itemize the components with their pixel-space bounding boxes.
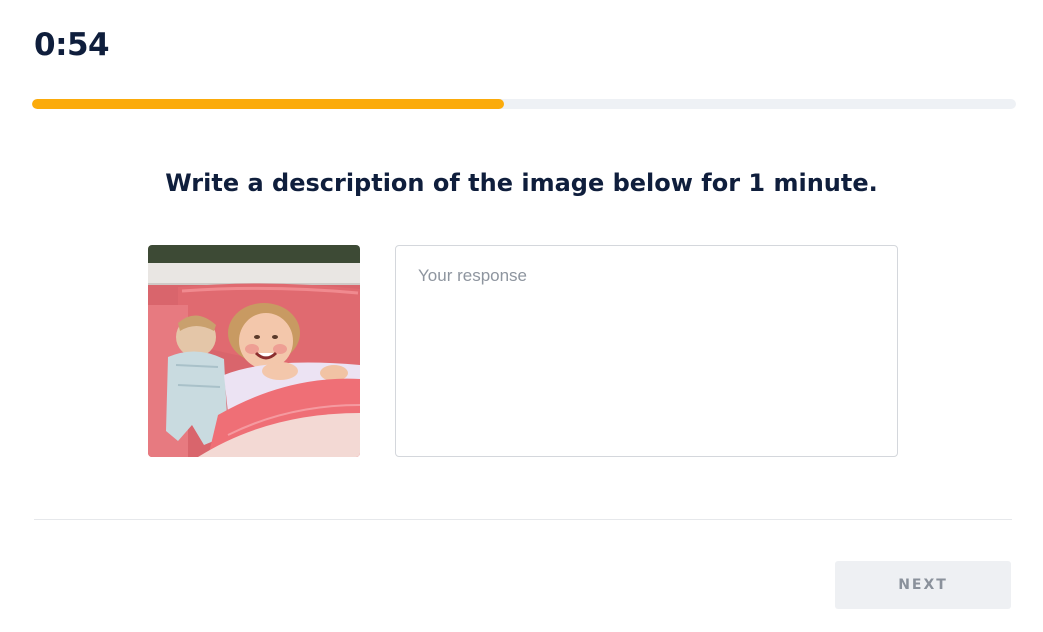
footer-divider xyxy=(34,519,1012,520)
countdown-timer: 0:54 xyxy=(34,27,110,63)
response-textarea[interactable] xyxy=(395,245,898,457)
prompt-image xyxy=(148,245,360,457)
progress-bar-fill xyxy=(32,99,505,109)
progress-bar xyxy=(32,99,1016,109)
prompt-image-graphic xyxy=(148,245,360,457)
question-prompt: Write a description of the image below f… xyxy=(165,169,878,197)
next-button[interactable]: NEXT xyxy=(835,561,1011,609)
